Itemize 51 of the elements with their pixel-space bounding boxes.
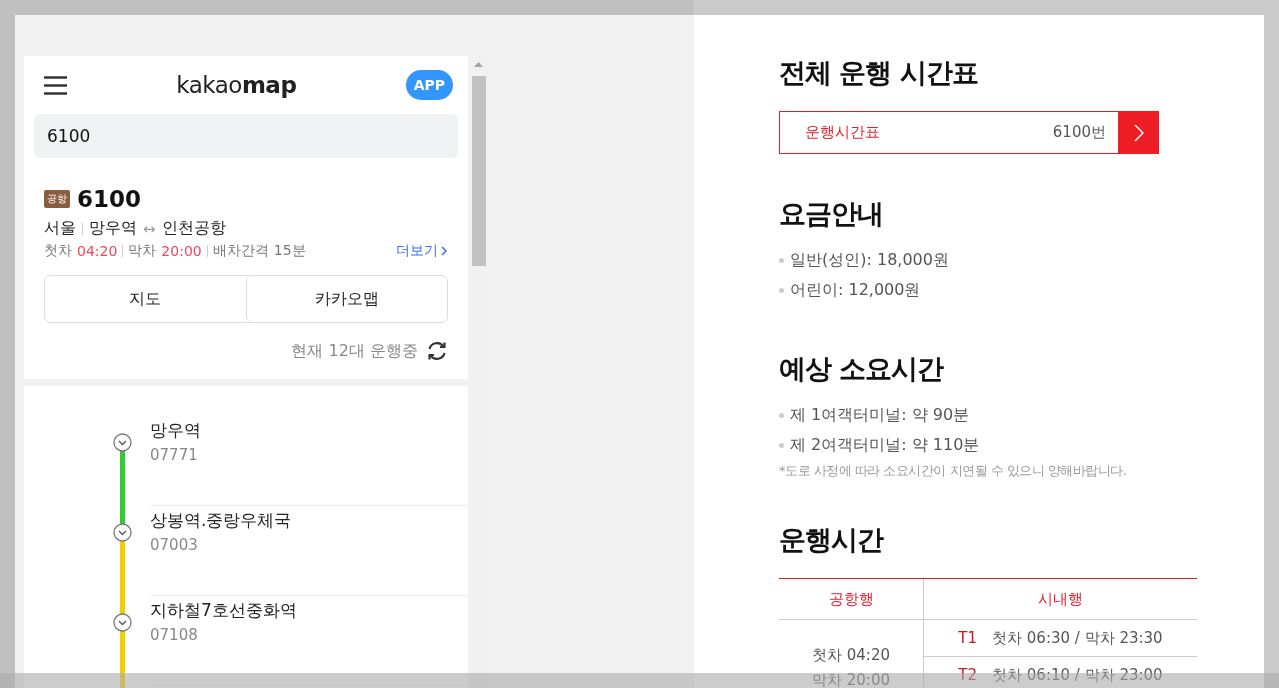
section-title: 요금안내 (779, 197, 884, 231)
scroll-thumb[interactable] (472, 76, 486, 266)
route-label: 6100번 (1052, 123, 1107, 142)
schedule-label: 막차 (128, 242, 157, 260)
terminal-label: T1 (958, 629, 978, 647)
refresh-icon[interactable] (426, 340, 448, 362)
timetable-label: 운행시간표 (804, 123, 881, 142)
stop-name[interactable]: 망우역 (150, 419, 468, 442)
search-field[interactable]: 6100 (34, 114, 458, 158)
schedule-label: 첫차 (44, 242, 72, 260)
route-number: 6100 (77, 186, 141, 212)
stop-id: 07771 (150, 446, 199, 464)
origin-label: 망우역 (89, 218, 137, 239)
chevron-down-icon[interactable] (113, 613, 132, 632)
chevron-right-icon (1133, 123, 1144, 142)
section-title: 운행시간 (779, 523, 885, 557)
duration-item: 제 1여객터미널: 약 90분 (790, 405, 970, 426)
timetable-link[interactable]: 운행시간표 6100번 (779, 111, 1159, 154)
table-cell: 첫차 06:30 / 막차 23:30 (992, 628, 1163, 648)
fare-item: 어린이: 12,000원 (790, 280, 921, 301)
stop-id: 07003 (150, 536, 199, 554)
more-link[interactable]: 더보기 (396, 242, 448, 260)
chevron-right-icon (441, 246, 448, 256)
schedule-value: 04:20 (77, 243, 118, 259)
table-cell: 막차 20:00 (812, 671, 890, 688)
status-text: 현재 12대 운행중 (291, 340, 418, 362)
note-text: *도로 사정에 따라 소요시간이 지연될 수 있으니 양해바랍니다. (779, 462, 1128, 480)
schedule-label: 배차간격 (212, 242, 269, 260)
table-cell: 첫차 04:20 (812, 646, 890, 665)
schedule-value: 15분 (273, 242, 306, 260)
schedule-value: 20:00 (161, 243, 202, 259)
stop-name[interactable]: 지하철7호선중화역 (150, 599, 468, 622)
menu-icon[interactable] (44, 75, 67, 95)
fare-item: 일반(성인): 18,000원 (790, 250, 949, 271)
column-header: 시내행 (924, 579, 1197, 620)
chevron-down-icon[interactable] (113, 523, 132, 542)
airport-badge: 공항 (44, 190, 70, 208)
column-header: 공항행 (779, 579, 924, 620)
arrow-glyph: ↔ (143, 219, 156, 238)
section-title: 전체 운행 시간표 (779, 56, 979, 90)
stop-name[interactable]: 상봉역.중랑우체국 (150, 509, 468, 532)
duration-item: 제 2여객터미널: 약 110분 (790, 435, 980, 456)
table-cell: 첫차 06:10 / 막차 23:00 (992, 665, 1163, 685)
terminal-label: T2 (958, 666, 978, 684)
map-button[interactable]: 카카오맵 (245, 276, 447, 322)
logo[interactable]: kakaomap (176, 72, 297, 98)
section-title: 예상 소요시간 (779, 352, 945, 386)
destination-label: 인천공항 (161, 218, 226, 239)
chevron-down-icon[interactable] (113, 433, 132, 452)
stop-id: 07108 (150, 626, 199, 644)
region-label: 서울 (44, 218, 76, 239)
